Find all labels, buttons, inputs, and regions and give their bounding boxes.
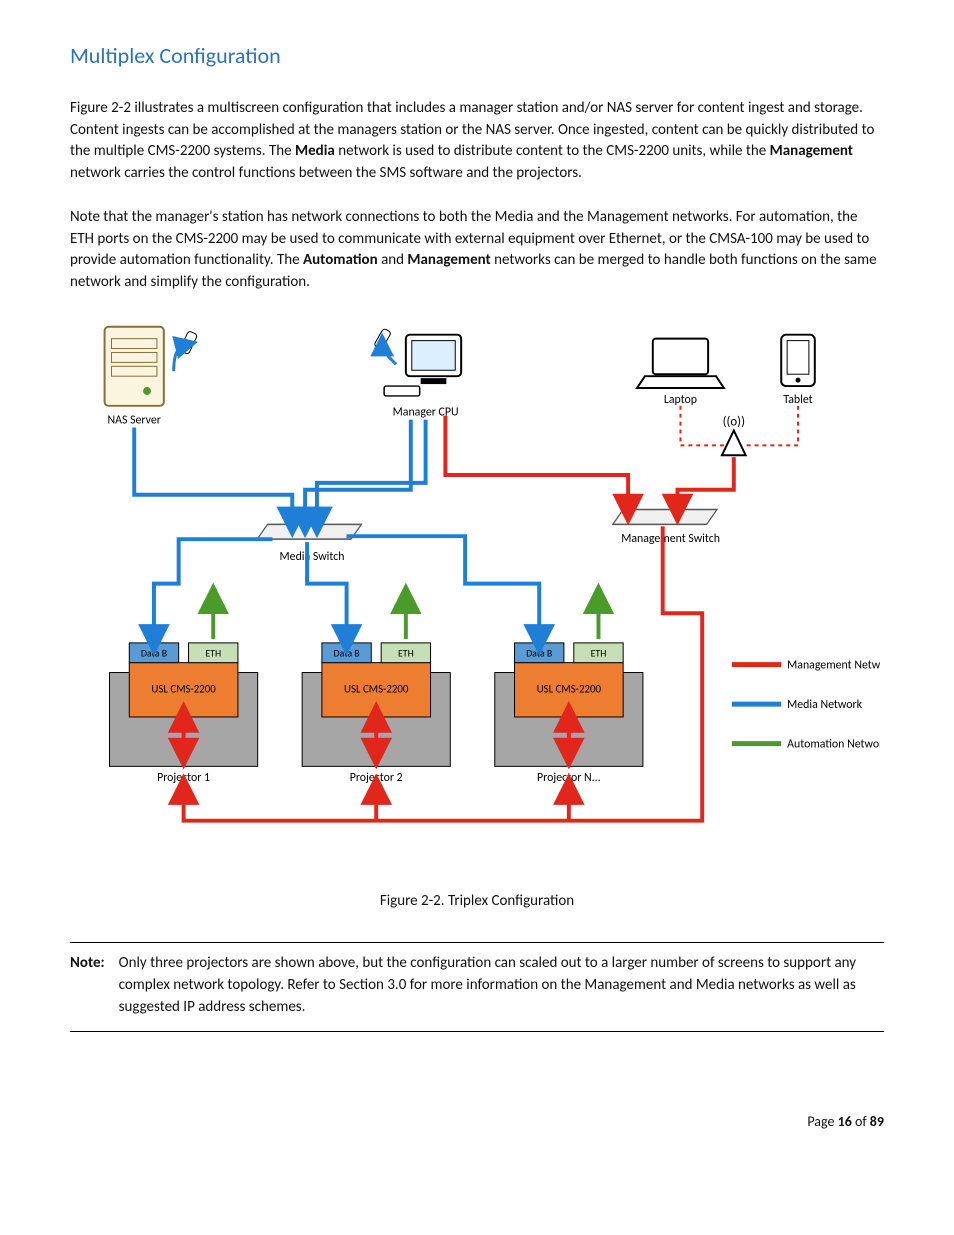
port-data-label: Data B — [526, 648, 552, 660]
legend: Management Network Media Network Automat… — [732, 658, 880, 751]
nas-label: NAS Server — [107, 413, 160, 427]
media-switch-label: Media Switch — [280, 550, 345, 564]
port-data-label: Data B — [333, 648, 359, 660]
projector-unit: Data B ETH USL CMS-2200 Projector 1 — [110, 643, 258, 785]
mgmt-link — [445, 416, 628, 510]
manager-cpu-icon — [384, 335, 461, 396]
page-footer: Page 16 of 89 — [70, 1112, 884, 1132]
wireless-link — [746, 406, 798, 446]
page-current: 16 — [838, 1113, 852, 1130]
device-label: USL CMS-2200 — [344, 682, 409, 695]
text: network carries the control functions be… — [70, 164, 582, 182]
port-eth-label: ETH — [591, 648, 607, 660]
bold: Media — [295, 142, 335, 160]
text: Page — [807, 1113, 837, 1130]
port-eth-label: ETH — [398, 648, 414, 660]
projector-label: Projector 1 — [157, 771, 210, 785]
legend-auto: Automation Network — [787, 737, 880, 751]
projector-label: Projector 2 — [350, 771, 403, 785]
bold: Automation — [303, 251, 378, 269]
legend-mgmt: Management Network — [787, 658, 880, 672]
svg-text:((o)): ((o)) — [723, 414, 745, 429]
figure-caption: Figure 2-2. Triplex Configuration — [70, 891, 884, 913]
port-eth-label: ETH — [205, 648, 221, 660]
note-text: Only three projectors are shown above, b… — [119, 953, 884, 1018]
manager-label: Manager CPU — [393, 406, 459, 420]
mgmt-switch-label: Management Switch — [621, 532, 720, 546]
text: and — [378, 251, 408, 269]
section-heading: Multiplex Configuration — [70, 40, 884, 72]
nas-server-icon — [105, 327, 164, 406]
note-box: Note: Only three projectors are shown ab… — [70, 942, 884, 1031]
projector-unit: Data B ETH USL CMS-2200 Projector 2 — [302, 643, 450, 785]
laptop-label: Laptop — [664, 393, 697, 407]
paragraph-1: Figure 2-2 illustrates a multiscreen con… — [70, 98, 884, 185]
usb-icon — [374, 328, 396, 364]
device-label: USL CMS-2200 — [537, 682, 602, 695]
bold: Management — [770, 142, 853, 160]
laptop-icon — [637, 339, 724, 388]
paragraph-2: Note that the manager's station has netw… — [70, 207, 884, 294]
network-diagram: NAS Server Manager CPU Laptop Tablet ((o… — [70, 316, 880, 871]
tablet-label: Tablet — [783, 393, 812, 407]
bold: Management — [407, 251, 490, 269]
tablet-icon — [781, 335, 815, 386]
page-total: 89 — [870, 1113, 884, 1130]
projector-label: Projector N... — [537, 771, 601, 785]
mgmt-switch-icon — [613, 509, 717, 524]
note-label: Note: — [70, 953, 105, 1018]
media-link — [305, 420, 411, 523]
media-link — [134, 427, 292, 522]
mgmt-link — [678, 457, 734, 509]
usb-icon — [174, 331, 198, 372]
wireless-ap-icon: ((o)) — [722, 414, 746, 455]
media-link — [347, 536, 540, 640]
media-switch-icon — [257, 524, 361, 539]
projector-unit: Data B ETH USL CMS-2200 Projector N... — [495, 643, 643, 785]
device-label: USL CMS-2200 — [151, 682, 216, 695]
legend-media: Media Network — [787, 698, 862, 712]
wireless-link — [680, 406, 723, 446]
text: network is used to distribute content to… — [335, 142, 770, 160]
text: of — [852, 1113, 870, 1130]
diagram-figure: NAS Server Manager CPU Laptop Tablet ((o… — [70, 316, 884, 879]
port-data-label: Data B — [141, 648, 167, 660]
